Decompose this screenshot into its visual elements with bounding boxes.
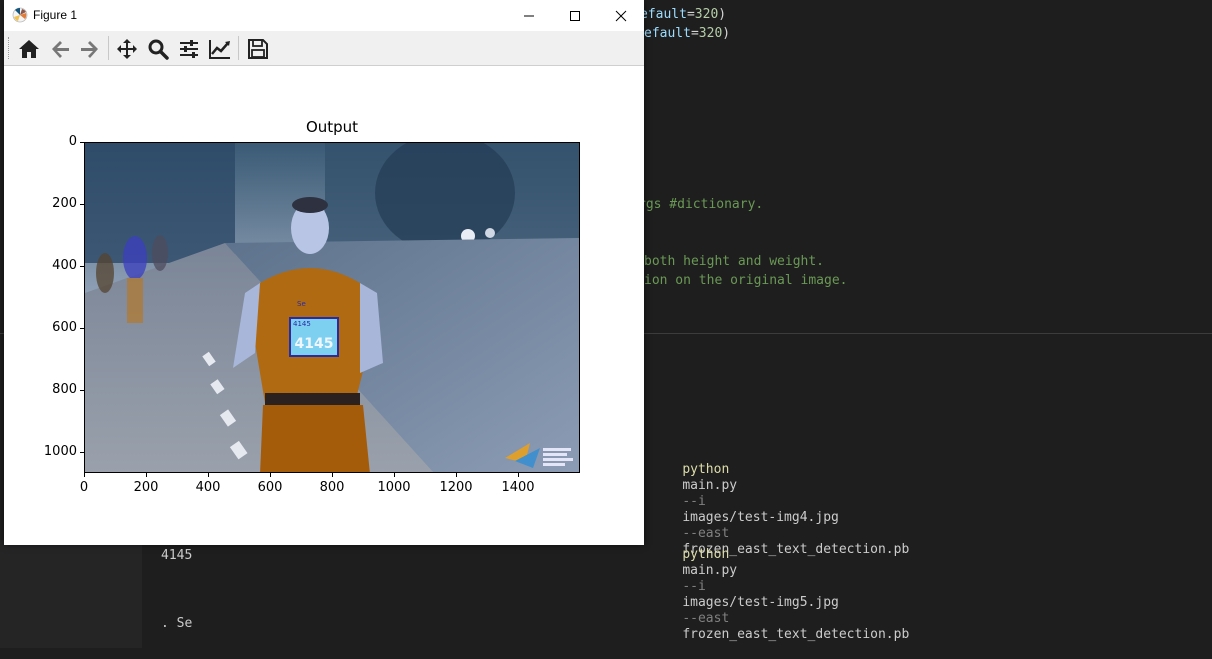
y-tick-mark — [80, 203, 84, 205]
command-arg: images/test-img5.jpg — [682, 595, 839, 610]
forward-button[interactable] — [77, 36, 103, 62]
code-token: efault — [644, 26, 691, 41]
code-token: 320 — [694, 7, 719, 22]
x-tick-mark — [269, 473, 271, 477]
command-name: python — [682, 462, 730, 477]
back-button[interactable] — [47, 36, 73, 62]
command-flag: --east — [682, 611, 730, 626]
subplots-button[interactable] — [176, 36, 202, 62]
minimize-button[interactable] — [506, 0, 552, 31]
x-tick-mark — [455, 473, 457, 477]
terminal-command: python main.py --i images/test-img5.jpg … — [651, 531, 909, 659]
code-line: efault=320) — [644, 26, 730, 42]
arrow-right-icon — [81, 41, 98, 58]
bib-detection-label: 4145 — [293, 320, 311, 328]
y-tick-label: 800 — [52, 382, 77, 398]
code-token: ) — [722, 26, 731, 41]
sidebar-strip — [0, 540, 142, 648]
x-tick-label: 1200 — [439, 480, 473, 495]
code-token: ion on the original image. — [644, 273, 848, 288]
maximize-icon — [570, 10, 580, 21]
x-tick-label: 1400 — [501, 480, 535, 495]
y-tick-label: 400 — [52, 258, 77, 274]
command-arg: images/test-img4.jpg — [682, 510, 839, 525]
command-name: python — [682, 547, 730, 562]
y-tick-mark — [80, 141, 84, 143]
command-arg: frozen_east_text_detection.pb — [682, 627, 910, 642]
code-line: rgs #dictionary. — [638, 197, 763, 213]
x-tick-label: 600 — [257, 480, 283, 495]
move-icon — [117, 39, 137, 59]
x-tick-label: 200 — [133, 480, 159, 495]
axes-button[interactable] — [207, 36, 233, 62]
x-tick-mark — [83, 473, 85, 477]
x-tick-label: 400 — [195, 480, 221, 495]
y-tick-mark — [80, 389, 84, 391]
terminal-output: 4145 — [161, 548, 193, 563]
home-button[interactable] — [16, 36, 42, 62]
zoom-button[interactable] — [145, 36, 171, 62]
code-token: rgs #dictionary. — [638, 197, 764, 212]
toolbar-grip[interactable] — [8, 37, 11, 59]
x-tick-label: 800 — [319, 480, 345, 495]
arrow-left-icon — [52, 41, 69, 58]
window-title: Figure 1 — [33, 8, 78, 22]
plot-canvas[interactable]: Output 4145 4145 Se 0 200 400 600 800 10… — [4, 66, 644, 545]
maximize-button[interactable] — [552, 0, 598, 31]
x-tick-mark — [393, 473, 395, 477]
save-button[interactable] — [245, 36, 271, 62]
pan-button[interactable] — [114, 36, 140, 62]
code-token: = — [690, 26, 699, 41]
code-line: efault=320) — [640, 7, 726, 23]
output-image: 4145 4145 Se — [85, 143, 579, 472]
line-chart-icon — [209, 40, 230, 59]
command-script: main.py — [682, 563, 738, 578]
close-icon — [615, 10, 627, 21]
bib-number: 4145 — [295, 336, 334, 352]
code-token: both height and weight. — [644, 254, 825, 269]
command-script: main.py — [682, 478, 738, 493]
y-tick-mark — [80, 265, 84, 267]
x-tick-mark — [145, 473, 147, 477]
y-tick-label: 200 — [52, 196, 77, 212]
floppy-disk-icon — [248, 39, 268, 59]
x-tick-label: 1000 — [377, 480, 411, 495]
code-line: ion on the original image. — [644, 273, 848, 289]
code-token: 320 — [698, 26, 723, 41]
x-tick-mark — [331, 473, 333, 477]
y-tick-mark — [80, 451, 84, 453]
home-icon — [19, 40, 39, 58]
plot-title: Output — [305, 118, 359, 136]
navigation-toolbar — [4, 31, 644, 66]
toolbar-separator — [108, 36, 109, 60]
detected-text-label: Se — [297, 300, 306, 308]
toolbar-separator — [238, 36, 239, 60]
window-titlebar[interactable]: Figure 1 — [4, 0, 644, 31]
terminal-output: . Se — [161, 616, 193, 631]
y-tick-label: 1000 — [43, 444, 77, 460]
figure-window[interactable]: Figure 1 Output 4145 4145 Se 0 200 400 6… — [4, 0, 644, 545]
code-token: = — [686, 7, 695, 22]
code-line: both height and weight. — [644, 254, 824, 270]
y-tick-label: 600 — [52, 320, 77, 336]
code-token: efault — [640, 7, 687, 22]
sliders-icon — [180, 40, 198, 58]
x-tick-mark — [517, 473, 519, 477]
command-flag: --i — [682, 579, 706, 594]
magnifier-icon — [148, 39, 169, 60]
matplotlib-logo-icon — [12, 7, 28, 23]
code-token: ) — [718, 7, 727, 22]
y-tick-label: 0 — [68, 134, 77, 149]
x-tick-mark — [207, 473, 209, 477]
command-flag: --i — [682, 494, 706, 509]
image-axes[interactable]: 4145 4145 Se — [84, 142, 580, 473]
close-button[interactable] — [598, 0, 644, 31]
y-tick-mark — [80, 327, 84, 329]
minimize-icon — [524, 15, 534, 16]
x-tick-label: 0 — [79, 480, 89, 495]
